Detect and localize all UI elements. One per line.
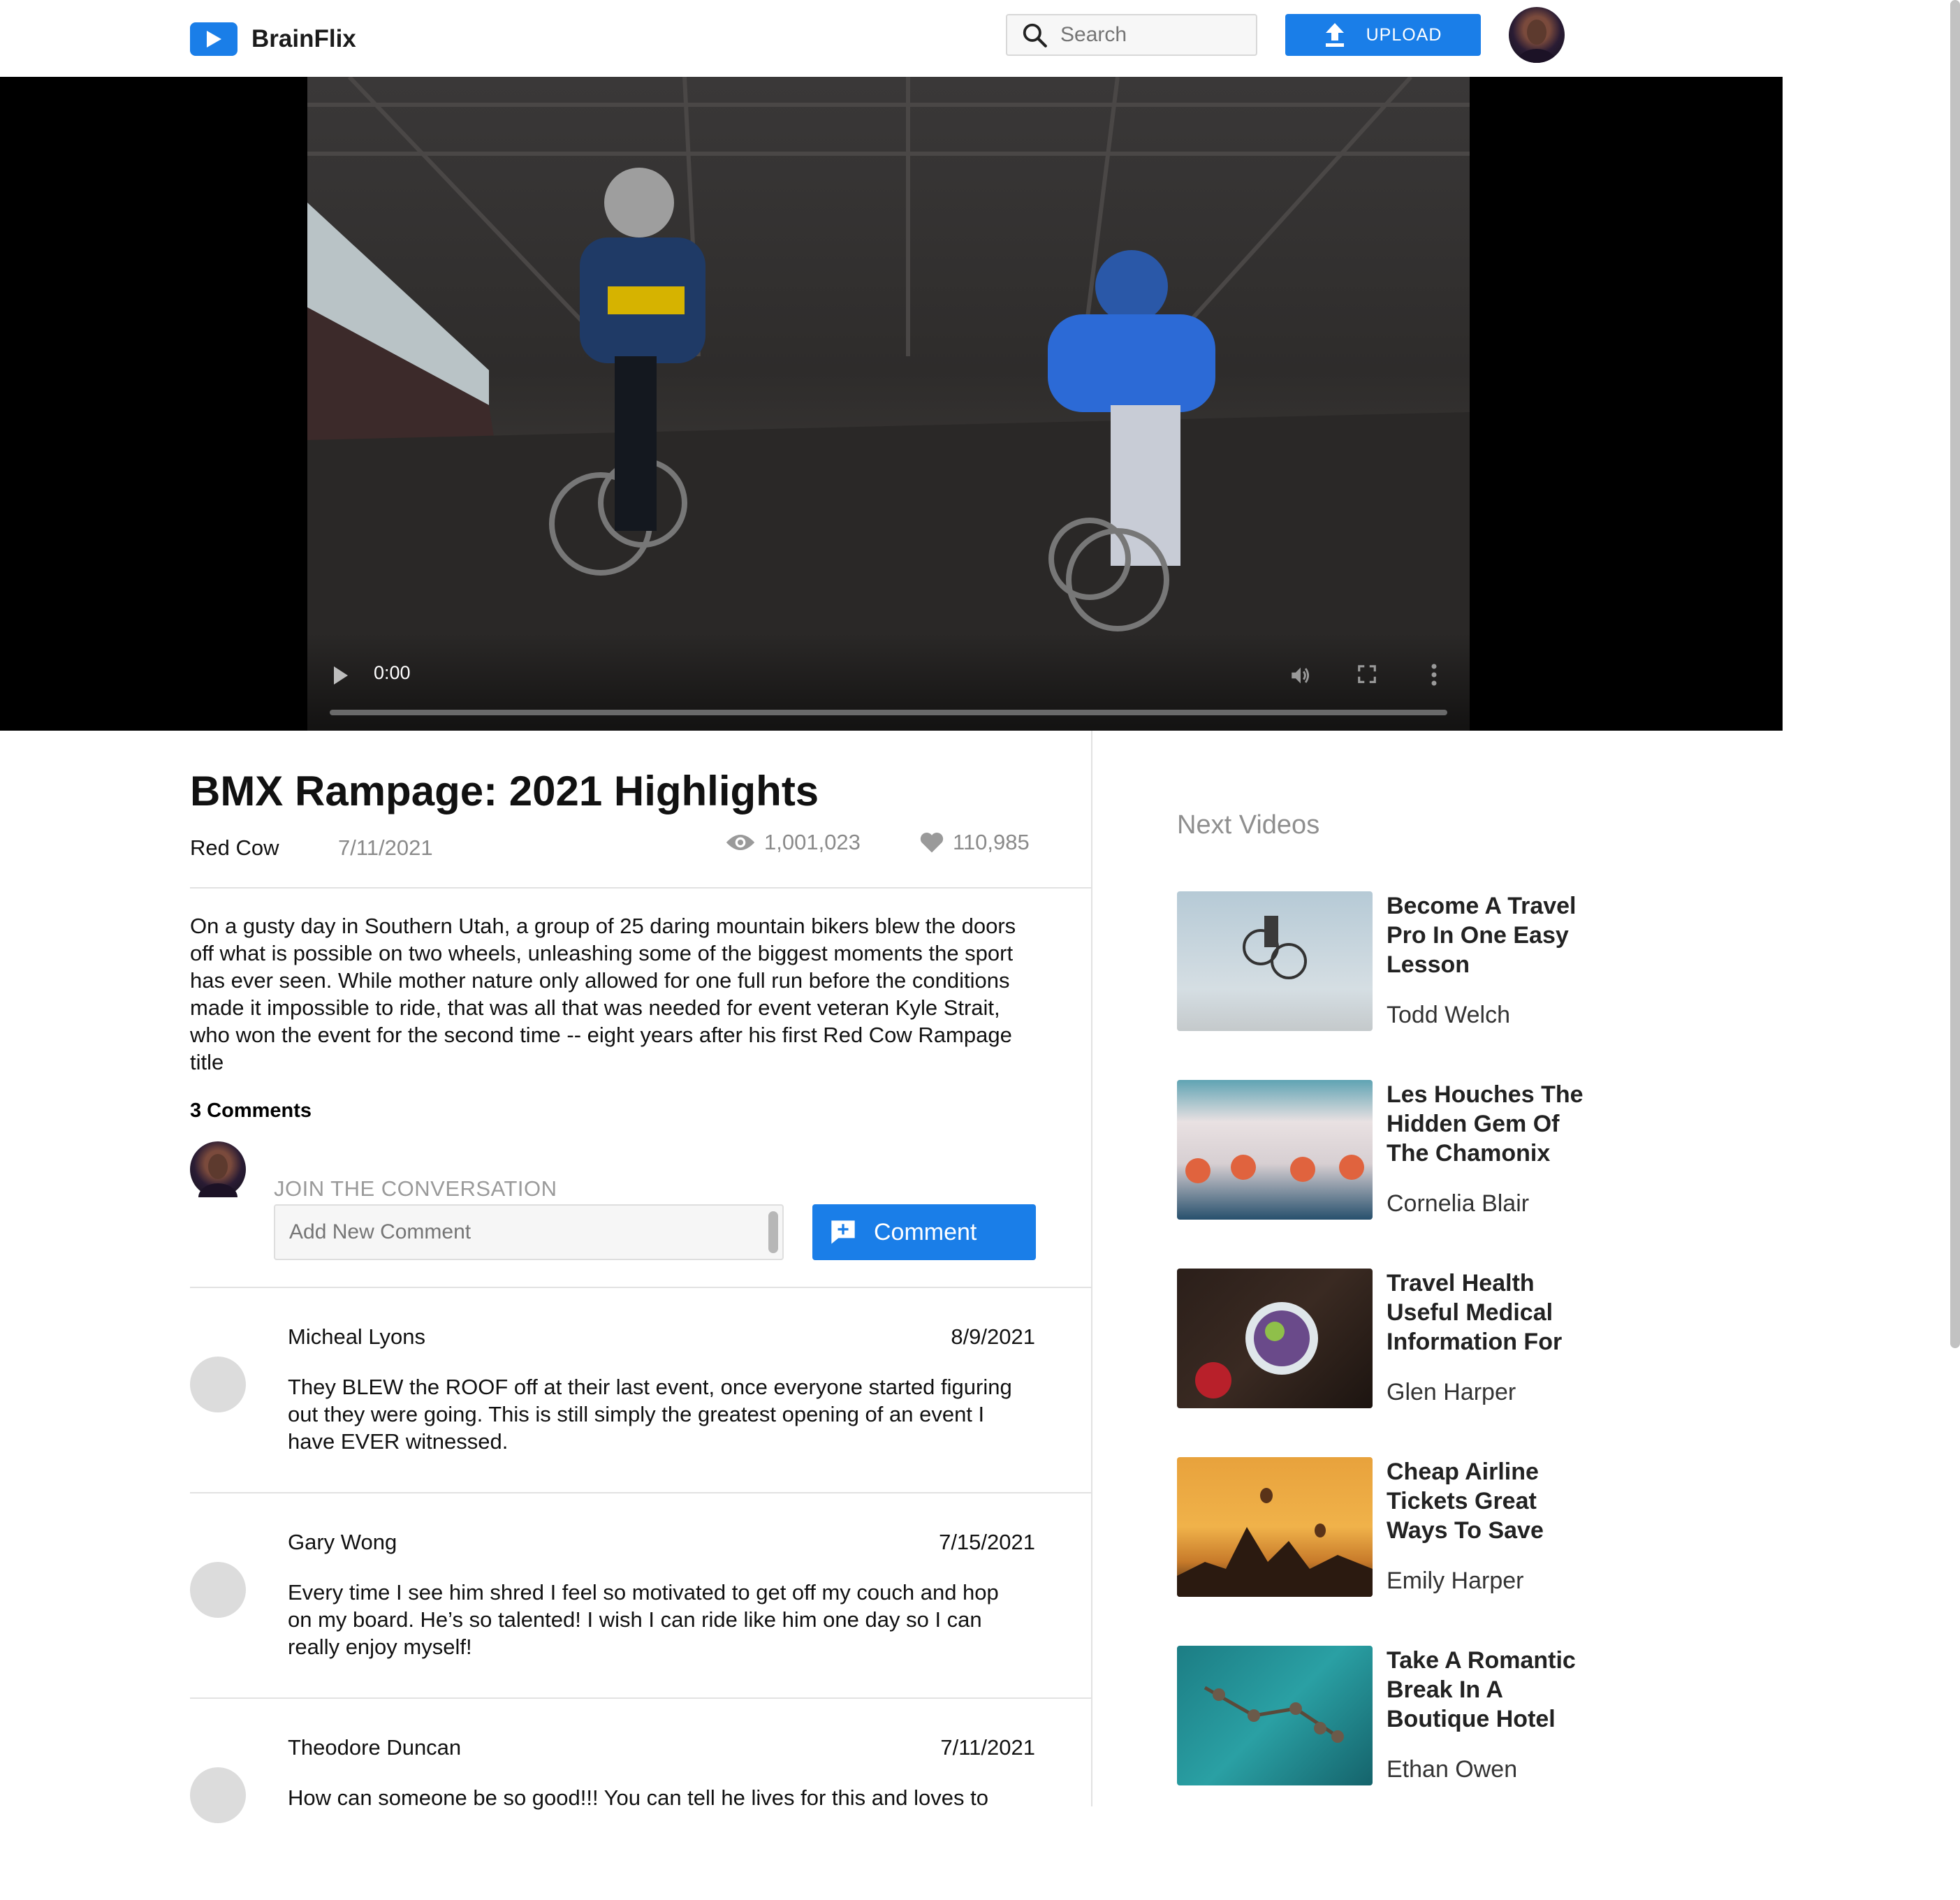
next-video-title: Take A Romantic Break In A Boutique Hote… — [1387, 1647, 1576, 1732]
video-title: BMX Rampage: 2021 Highlights — [190, 768, 819, 814]
player-controls: 0:00 — [307, 633, 1470, 731]
video-thumbnail[interactable] — [1177, 891, 1373, 1031]
next-video-title: Become A Travel Pro In One Easy Lesson — [1387, 893, 1577, 978]
channel-name[interactable]: Red Cow — [190, 835, 279, 861]
search-icon — [1023, 23, 1047, 48]
next-video-title: Les Houches The Hidden Gem Of The Chamon… — [1387, 1081, 1584, 1167]
video-progress-bar[interactable] — [330, 710, 1447, 715]
current-user-avatar — [190, 1141, 246, 1211]
comment-input[interactable] — [274, 1204, 784, 1260]
divider — [190, 887, 1092, 889]
play-icon[interactable] — [334, 666, 348, 685]
brainflix-logo[interactable]: BrainFlix — [190, 22, 356, 56]
video-meta: Red Cow 7/11/2021 1,001,023 110,985 — [190, 830, 1035, 863]
comment-item: Micheal Lyons 8/9/2021 They BLEW the ROO… — [190, 1287, 1035, 1489]
video-thumbnail[interactable] — [1177, 1080, 1373, 1220]
search-box[interactable] — [1006, 14, 1257, 56]
top-nav: BrainFlix UPLOAD — [0, 0, 1960, 77]
video-thumbnail[interactable] — [1177, 1457, 1373, 1597]
next-video-title: Cheap Airline Tickets Great Ways To Save — [1387, 1459, 1544, 1544]
likes-value: 110,985 — [953, 830, 1030, 854]
video-player[interactable]: 0:00 — [0, 77, 1783, 731]
volume-icon[interactable] — [1289, 664, 1312, 687]
upload-date: 7/11/2021 — [338, 835, 433, 860]
next-video-card[interactable]: Become A Travel Pro In One Easy Lesson T… — [1177, 891, 1596, 1031]
comment-text: Every time I see him shred I feel so mot… — [288, 1580, 999, 1659]
next-video-author: Cornelia Blair — [1387, 1190, 1530, 1217]
next-video-card[interactable]: Take A Romantic Break In A Boutique Hote… — [1177, 1646, 1596, 1785]
next-video-card[interactable]: Travel Health Useful Medical Information… — [1177, 1269, 1596, 1408]
comment-text: They BLEW the ROOF off at their last eve… — [288, 1375, 1012, 1454]
comments-count: 3 Comments — [190, 1099, 312, 1122]
current-time: 0:00 — [374, 662, 411, 683]
video-details: BMX Rampage: 2021 Highlights Red Cow 7/1… — [0, 731, 1092, 1823]
commenter-avatar — [190, 1562, 246, 1618]
comment-item: Gary Wong 7/15/2021 Every time I see him… — [190, 1492, 1035, 1695]
comment-date: 7/11/2021 — [940, 1735, 1035, 1760]
user-avatar[interactable] — [1509, 7, 1565, 63]
views-count: 1,001,023 — [725, 830, 861, 855]
commenter-name: Micheal Lyons — [288, 1324, 426, 1349]
heart-icon — [920, 833, 944, 853]
commenter-avatar — [190, 1357, 246, 1412]
next-video-card[interactable]: Cheap Airline Tickets Great Ways To Save… — [1177, 1457, 1596, 1597]
search-input[interactable] — [1059, 22, 1248, 48]
page-scrollbar[interactable] — [1950, 0, 1960, 1348]
commenter-name: Theodore Duncan — [288, 1735, 462, 1760]
more-icon[interactable] — [1431, 664, 1438, 686]
next-videos-heading: Next Videos — [1177, 810, 1320, 840]
next-video-author: Glen Harper — [1387, 1379, 1516, 1405]
comment-button-label: Comment — [874, 1218, 977, 1245]
likes-count[interactable]: 110,985 — [919, 830, 1030, 855]
comment-button[interactable]: Comment — [812, 1204, 1036, 1260]
upload-label: UPLOAD — [1366, 24, 1442, 45]
logo-text: BrainFlix — [251, 25, 356, 52]
comment-date: 7/15/2021 — [939, 1530, 1035, 1554]
upload-icon — [1325, 23, 1344, 47]
comment-input-scrollbar[interactable] — [768, 1211, 778, 1253]
commenter-avatar — [190, 1767, 246, 1823]
play-icon — [190, 22, 237, 56]
video-description: On a gusty day in Southern Utah, a group… — [190, 914, 1016, 1074]
views-value: 1,001,023 — [764, 830, 861, 854]
next-video-author: Ethan Owen — [1387, 1756, 1518, 1783]
video-thumbnail[interactable] — [1177, 1269, 1373, 1408]
fullscreen-icon[interactable] — [1356, 664, 1377, 685]
video-frame[interactable]: 0:00 — [307, 77, 1470, 731]
eye-icon — [726, 835, 755, 850]
next-video-card[interactable]: Les Houches The Hidden Gem Of The Chamon… — [1177, 1080, 1596, 1220]
next-video-author: Todd Welch — [1387, 1002, 1511, 1028]
next-video-author: Emily Harper — [1387, 1568, 1524, 1594]
comment-item: Theodore Duncan 7/11/2021 How can someon… — [190, 1697, 1035, 1900]
commenter-name: Gary Wong — [288, 1530, 397, 1554]
video-thumbnail[interactable] — [1177, 1646, 1373, 1785]
add-comment-icon — [831, 1220, 855, 1244]
next-video-title: Travel Health Useful Medical Information… — [1387, 1270, 1563, 1355]
upload-button[interactable]: UPLOAD — [1285, 14, 1481, 56]
comment-text: How can someone be so good!!! You can te… — [288, 1785, 988, 1810]
join-conversation-label: JOIN THE CONVERSATION — [274, 1176, 557, 1201]
comment-date: 8/9/2021 — [951, 1324, 1035, 1349]
